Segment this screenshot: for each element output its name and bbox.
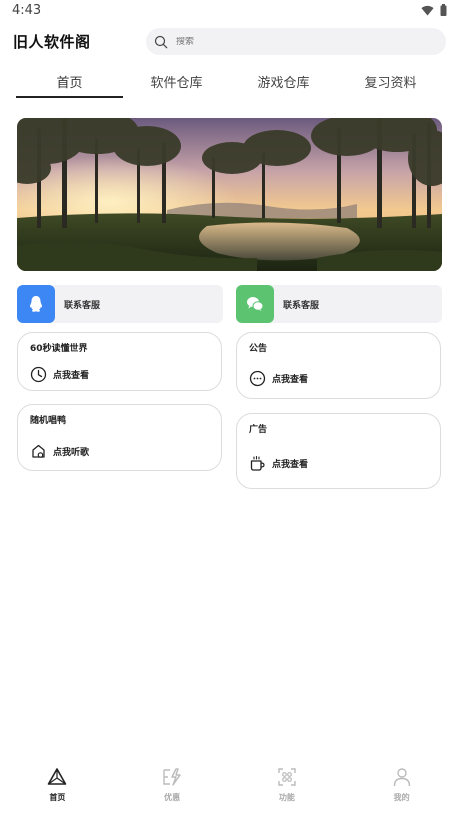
card-action-label: 点我查看 bbox=[272, 460, 309, 470]
card-action-label: 点我听歌 bbox=[53, 448, 90, 458]
card-notice[interactable]: 公告 点我查看 bbox=[236, 332, 441, 399]
nav-discounts[interactable]: 优惠 bbox=[115, 758, 230, 817]
tab-game-repo[interactable]: 游戏仓库 bbox=[230, 70, 337, 98]
home-triangle-icon bbox=[48, 768, 67, 785]
card-title: 广告 bbox=[249, 425, 268, 435]
contact-service-wechat-card[interactable]: 联系客服 bbox=[236, 285, 442, 323]
status-icons bbox=[421, 4, 447, 16]
card-title: 公告 bbox=[249, 344, 268, 354]
card-random-song[interactable]: 随机唱鸭 点我听歌 bbox=[17, 404, 222, 471]
card-action[interactable]: 点我查看 bbox=[30, 366, 89, 383]
nav-home[interactable]: 首页 bbox=[0, 758, 115, 817]
nav-features[interactable]: 功能 bbox=[230, 758, 345, 817]
nav-label: 首页 bbox=[49, 793, 66, 802]
status-time: 4:43 bbox=[12, 3, 42, 18]
qq-icon bbox=[17, 285, 55, 323]
music-icon bbox=[32, 444, 45, 458]
contact-label: 联系客服 bbox=[64, 300, 101, 311]
search-icon bbox=[154, 35, 168, 48]
battery-icon bbox=[440, 4, 447, 16]
card-action[interactable]: 点我查看 bbox=[249, 455, 308, 472]
card-action[interactable]: 点我查看 bbox=[249, 370, 308, 387]
card-title: 60秒读懂世界 bbox=[30, 344, 88, 354]
card-action[interactable]: 点我听歌 bbox=[30, 443, 89, 460]
card-action-label: 点我查看 bbox=[272, 375, 309, 385]
forest-sunset-illustration bbox=[17, 118, 442, 271]
scan-icon bbox=[278, 768, 296, 786]
card-title: 随机唱鸭 bbox=[30, 416, 67, 426]
card-action-label: 点我查看 bbox=[53, 371, 90, 381]
card-ad[interactable]: 广告 点我查看 bbox=[236, 413, 441, 489]
clock-icon bbox=[30, 366, 47, 383]
nav-label: 我的 bbox=[393, 793, 410, 802]
card-60s-world[interactable]: 60秒读懂世界 点我查看 bbox=[17, 332, 222, 391]
tab-home[interactable]: 首页 bbox=[16, 70, 123, 98]
chat-bubble-icon bbox=[249, 370, 266, 387]
tab-review-materials[interactable]: 复习资料 bbox=[337, 70, 444, 98]
banner-image[interactable] bbox=[17, 118, 442, 271]
contact-label: 联系客服 bbox=[283, 300, 320, 311]
nav-profile[interactable]: 我的 bbox=[344, 758, 459, 817]
wifi-icon bbox=[421, 5, 434, 16]
user-icon bbox=[393, 768, 410, 787]
nav-label: 优惠 bbox=[164, 793, 181, 802]
nav-label: 功能 bbox=[278, 793, 295, 802]
tab-software-repo[interactable]: 软件仓库 bbox=[123, 70, 230, 98]
wechat-icon bbox=[236, 285, 274, 323]
top-tabs: 首页 软件仓库 游戏仓库 复习资料 bbox=[16, 70, 448, 98]
coffee-cup-icon bbox=[250, 455, 265, 471]
bottom-nav: 首页 优惠 功能 我的 bbox=[0, 758, 459, 817]
app-title: 旧人软件阁 bbox=[13, 33, 91, 51]
status-bar: 4:43 bbox=[0, 0, 459, 22]
search-input[interactable] bbox=[176, 36, 416, 47]
contact-service-qq-card[interactable]: 联系客服 bbox=[17, 285, 223, 323]
lightning-icon bbox=[163, 768, 181, 786]
search-bar[interactable] bbox=[146, 28, 446, 55]
